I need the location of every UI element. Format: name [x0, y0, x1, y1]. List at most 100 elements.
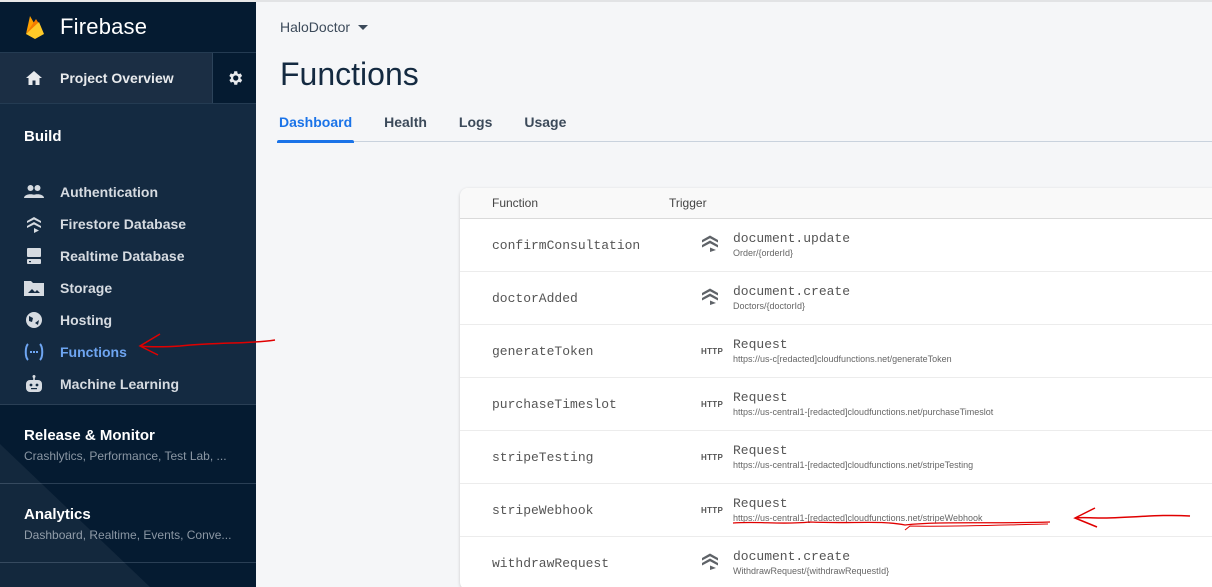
- firestore-trigger-icon: [701, 287, 719, 310]
- globe-icon: [24, 310, 44, 330]
- firebase-logo-icon: [26, 16, 44, 39]
- project-overview-link[interactable]: Project Overview: [0, 53, 212, 103]
- column-header-function[interactable]: Function: [460, 196, 669, 210]
- project-overview-label: Project Overview: [60, 70, 174, 86]
- functions-table: Function Trigger confirmConsultation doc…: [460, 188, 1212, 587]
- page-title: Functions: [280, 56, 419, 92]
- gear-icon: [228, 71, 242, 85]
- trigger-cell: HTTP Request https://us-central1-[redact…: [701, 495, 983, 524]
- next-group[interactable]: [0, 562, 256, 587]
- trigger-cell: document.create WithdrawRequest/{withdra…: [701, 548, 890, 577]
- http-badge: HTTP: [701, 452, 724, 462]
- build-nav-list: Authentication Firestore Database Realti…: [0, 176, 256, 400]
- settings-button[interactable]: [212, 53, 256, 103]
- trigger-icon: HTTP: [701, 347, 733, 356]
- trigger-cell: HTTP Request https://us-central1-[redact…: [701, 389, 994, 418]
- group-title: Release & Monitor: [24, 427, 155, 444]
- function-name[interactable]: doctorAdded: [460, 291, 701, 306]
- database-icon: [24, 246, 44, 266]
- trigger-cell: HTTP Request https://us-c[redacted]cloud…: [701, 336, 952, 365]
- table-row[interactable]: generateToken HTTP Request https://us-c[…: [460, 325, 1212, 378]
- release-monitor-group[interactable]: Release & Monitor Crashlytics, Performan…: [0, 404, 256, 484]
- analytics-group[interactable]: Analytics Dashboard, Realtime, Events, C…: [0, 483, 256, 563]
- tab-bar: Dashboard Health Logs Usage: [276, 106, 1212, 143]
- project-overview-row: Project Overview: [0, 52, 256, 104]
- sidebar-item-hosting[interactable]: Hosting: [0, 304, 256, 336]
- brand-header[interactable]: Firebase: [0, 0, 256, 52]
- table-body: confirmConsultation document.update Orde…: [460, 219, 1212, 587]
- tab-usage[interactable]: Usage: [524, 106, 566, 142]
- http-badge: HTTP: [701, 399, 724, 409]
- trigger-detail: https://us-c[redacted]cloudfunctions.net…: [733, 353, 952, 364]
- sidebar-item-label: Hosting: [60, 312, 113, 328]
- table-row[interactable]: stripeTesting HTTP Request https://us-ce…: [460, 431, 1212, 484]
- tab-logs[interactable]: Logs: [459, 106, 492, 142]
- column-header-trigger[interactable]: Trigger: [669, 196, 1212, 210]
- main-content: HaloDoctor Functions Dashboard Health Lo…: [256, 0, 1212, 587]
- sidebar-item-label: Realtime Database: [60, 248, 185, 264]
- table-row[interactable]: stripeWebhook HTTP Request https://us-ce…: [460, 484, 1212, 537]
- sidebar-item-label: Authentication: [60, 184, 158, 200]
- firestore-trigger-icon: [701, 552, 719, 575]
- sidebar-item-firestore[interactable]: Firestore Database: [0, 208, 256, 240]
- group-subtitle: Crashlytics, Performance, Test Lab, ...: [24, 449, 227, 463]
- trigger-event: Request: [733, 336, 788, 352]
- function-name[interactable]: purchaseTimeslot: [460, 397, 701, 412]
- trigger-cell: document.update Order/{orderId}: [701, 230, 851, 259]
- trigger-detail: https://us-central1-[redacted]cloudfunct…: [733, 406, 994, 417]
- trigger-cell: document.create Doctors/{doctorId}: [701, 283, 851, 312]
- chevron-down-icon: [358, 24, 369, 30]
- tab-health[interactable]: Health: [384, 106, 427, 142]
- trigger-event: Request: [733, 442, 788, 458]
- function-name[interactable]: withdrawRequest: [460, 556, 701, 571]
- people-icon: [24, 182, 44, 202]
- sidebar-item-label: Storage: [60, 280, 113, 296]
- function-name[interactable]: generateToken: [460, 344, 701, 359]
- sidebar-item-storage[interactable]: Storage: [0, 272, 256, 304]
- group-subtitle: Dashboard, Realtime, Events, Conve...: [24, 528, 232, 542]
- http-badge: HTTP: [701, 346, 724, 356]
- sidebar-item-label: Machine Learning: [60, 376, 180, 392]
- trigger-detail: Order/{orderId}: [733, 247, 794, 258]
- trigger-icon: [701, 552, 733, 575]
- table-row[interactable]: doctorAdded document.create Doctors/{doc…: [460, 272, 1212, 325]
- sidebar-item-machine-learning[interactable]: Machine Learning: [0, 368, 256, 400]
- trigger-icon: HTTP: [701, 400, 733, 409]
- storage-folder-icon: [24, 278, 44, 298]
- trigger-cell: HTTP Request https://us-central1-[redact…: [701, 442, 974, 471]
- tab-dashboard[interactable]: Dashboard: [276, 106, 355, 143]
- robot-icon: [24, 374, 44, 394]
- sidebar-item-authentication[interactable]: Authentication: [0, 176, 256, 208]
- home-icon: [26, 71, 42, 85]
- sidebar-item-realtime-database[interactable]: Realtime Database: [0, 240, 256, 272]
- functions-braces-icon: [24, 342, 44, 362]
- trigger-detail: https://us-central1-[redacted]cloudfunct…: [733, 459, 974, 470]
- trigger-event: document.create: [733, 283, 851, 299]
- trigger-icon: [701, 287, 733, 310]
- table-row[interactable]: confirmConsultation document.update Orde…: [460, 219, 1212, 272]
- trigger-detail: Doctors/{doctorId}: [733, 300, 806, 311]
- trigger-detail: https://us-central1-[redacted]cloudfunct…: [733, 512, 983, 523]
- sidebar-item-functions[interactable]: Functions: [0, 336, 256, 368]
- trigger-event: Request: [733, 495, 788, 511]
- trigger-icon: HTTP: [701, 506, 733, 515]
- project-name: HaloDoctor: [280, 19, 351, 35]
- table-header: Function Trigger: [460, 188, 1212, 219]
- function-name[interactable]: stripeWebhook: [460, 503, 701, 518]
- brand-name: Firebase: [60, 14, 148, 39]
- table-row[interactable]: withdrawRequest document.create Withdraw…: [460, 537, 1212, 587]
- firestore-icon: [24, 214, 44, 234]
- firestore-trigger-icon: [701, 234, 719, 257]
- trigger-event: Request: [733, 389, 788, 405]
- sidebar-item-label: Firestore Database: [60, 216, 187, 232]
- project-selector[interactable]: HaloDoctor: [280, 19, 369, 35]
- function-name[interactable]: confirmConsultation: [460, 238, 701, 253]
- sidebar-item-label: Functions: [60, 344, 127, 360]
- trigger-icon: HTTP: [701, 453, 733, 462]
- sidebar: Firebase Project Overview Build Authenti…: [0, 0, 256, 587]
- trigger-event: document.create: [733, 548, 851, 564]
- table-row[interactable]: purchaseTimeslot HTTP Request https://us…: [460, 378, 1212, 431]
- trigger-detail: WithdrawRequest/{withdrawRequestId}: [733, 565, 890, 576]
- trigger-event: document.update: [733, 230, 851, 246]
- function-name[interactable]: stripeTesting: [460, 450, 701, 465]
